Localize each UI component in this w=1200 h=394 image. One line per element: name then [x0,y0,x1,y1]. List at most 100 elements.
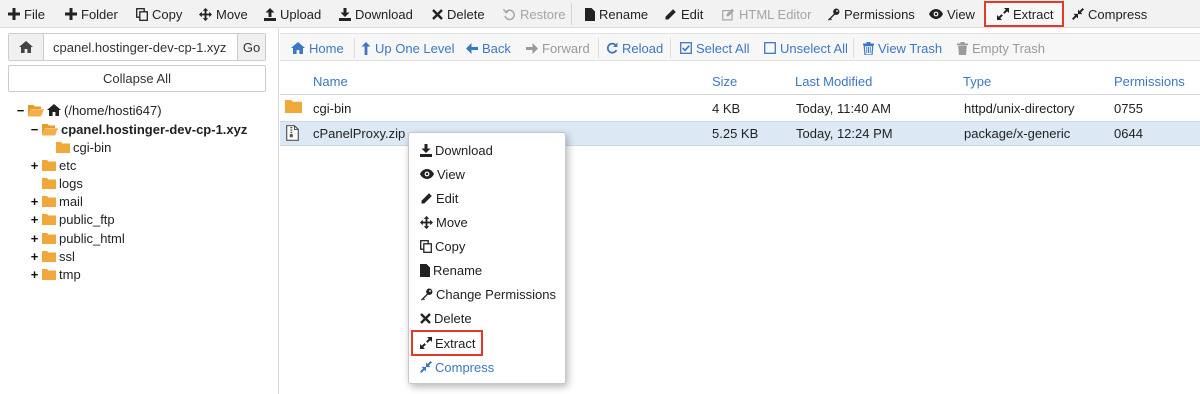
tree-label: mail [59,193,83,209]
context-menu-move[interactable]: Move [420,213,468,231]
forward-button[interactable]: Forward [526,40,590,56]
edit-button[interactable]: Edit [664,4,703,24]
empty-trash-button[interactable]: Empty Trash [957,40,1045,56]
tree-item-mail[interactable]: + mail [30,192,83,210]
collapse-all-button[interactable]: Collapse All [8,65,266,92]
view-trash-label: View Trash [878,40,943,56]
context-menu-compress[interactable]: Compress [420,358,494,376]
context-menu-view[interactable]: View [420,165,465,183]
delete-button[interactable]: Delete [432,4,485,24]
collapse-toggle-icon[interactable]: − [30,123,39,136]
html-editor-button[interactable]: HTML Editor [722,4,811,24]
eye-icon [929,9,943,19]
select-all-label: Select All [696,40,750,56]
key-icon [420,288,433,301]
trash-icon [863,41,874,55]
move-arrows-icon [420,215,433,229]
expand-toggle-icon[interactable]: + [30,159,39,172]
tree-item-cgi-bin[interactable]: cgi-bin [56,138,111,156]
download-button[interactable]: Download [339,4,413,24]
expand-toggle-icon[interactable]: + [30,268,39,281]
extract-button[interactable]: Extract [997,4,1053,24]
view-button[interactable]: View [929,4,975,24]
context-menu-rename[interactable]: Rename [420,261,482,279]
compress-button[interactable]: Compress [1072,4,1147,24]
reload-button[interactable]: Reload [606,40,663,56]
copy-button[interactable]: Copy [136,4,182,24]
view-trash-button[interactable]: View Trash [863,40,942,56]
column-header-size[interactable]: Size [712,74,737,89]
column-header-permissions[interactable]: Permissions [1114,74,1185,89]
edit-label: Edit [681,6,704,22]
expand-toggle-icon[interactable]: + [30,250,39,263]
move-label: Move [216,6,248,22]
context-menu-copy[interactable]: Copy [420,237,465,255]
copy-icon [420,239,432,253]
home-button[interactable]: Home [291,40,344,56]
tree-item-public-ftp[interactable]: + public_ftp [30,210,115,228]
new-folder-button[interactable]: Folder [65,4,118,24]
column-header-type[interactable]: Type [963,74,991,89]
tree-item-etc[interactable]: + etc [30,156,77,174]
tree-item-logs[interactable]: logs [42,174,83,192]
tree-item-public-html[interactable]: + public_html [30,229,125,247]
tree-item-domain[interactable]: − cpanel.hostinger-dev-cp-1.xyz [30,120,248,138]
expand-toggle-icon[interactable]: + [30,195,39,208]
go-button[interactable]: Go [237,34,265,60]
tree-label: public_ftp [59,211,115,227]
select-all-button[interactable]: Select All [680,40,749,56]
file-table-header: Name Size Last Modified Type Permissions [280,68,1200,95]
tree-item-home[interactable]: − (/home/hosti647) [16,101,162,119]
context-menu-delete[interactable]: Delete [420,309,472,327]
expand-arrows-icon [997,8,1009,20]
navigation-toolbar: Home Up One Level Back Forward Reload Se… [280,33,1200,61]
move-button[interactable]: Move [199,4,248,24]
directory-address-bar: Go [8,33,266,61]
extract-label: Extract [1013,6,1054,22]
back-button[interactable]: Back [466,40,511,56]
empty-trash-label: Empty Trash [972,40,1045,56]
restore-button[interactable]: Restore [503,4,566,24]
file-size: 4 KB [712,101,741,116]
arrow-left-icon [466,42,478,54]
table-row[interactable]: cgi-bin 4 KB Today, 11:40 AM httpd/unix-… [280,96,1200,121]
arrow-right-icon [526,42,538,54]
unselect-all-button[interactable]: Unselect All [764,40,848,56]
upload-button[interactable]: Upload [264,4,321,24]
new-file-button[interactable]: File [8,4,45,24]
file-size: 5.25 KB [712,126,759,141]
column-header-name[interactable]: Name [313,74,348,89]
toolbar-divider [598,38,599,58]
file-icon [420,263,430,277]
context-menu-download[interactable]: Download [420,141,493,159]
directory-path-input[interactable] [44,34,237,60]
folder-icon [42,160,56,171]
up-one-level-button[interactable]: Up One Level [361,40,455,56]
expand-toggle-icon[interactable]: + [30,213,39,226]
download-icon [339,7,351,21]
context-menu-edit[interactable]: Edit [420,189,458,207]
context-menu-extract[interactable]: Extract [420,334,475,352]
main-toolbar: File Folder Copy Move Upload Download De… [0,0,1200,28]
context-menu-label: Move [436,214,468,230]
context-menu-change-permissions[interactable]: Change Permissions [420,285,556,303]
restore-label: Restore [520,6,566,22]
back-label: Back [482,40,511,56]
collapse-toggle-icon[interactable]: − [16,104,25,117]
context-menu-label: Change Permissions [436,286,556,302]
column-header-last-modified[interactable]: Last Modified [795,74,872,89]
tree-item-tmp[interactable]: + tmp [30,265,81,283]
tree-item-ssl[interactable]: + ssl [30,247,75,265]
rename-button[interactable]: Rename [585,4,648,24]
folder-icon [42,233,56,244]
expand-toggle-icon[interactable]: + [30,232,39,245]
view-label: View [947,6,975,22]
pencil-icon [665,8,676,19]
permissions-label: Permissions [844,6,915,22]
panel-divider[interactable] [278,28,279,394]
home-label: Home [309,40,344,56]
permissions-button[interactable]: Permissions [827,4,915,24]
context-menu-label: Extract [435,335,476,351]
zip-file-icon [286,125,299,141]
home-directory-button[interactable] [9,34,44,60]
